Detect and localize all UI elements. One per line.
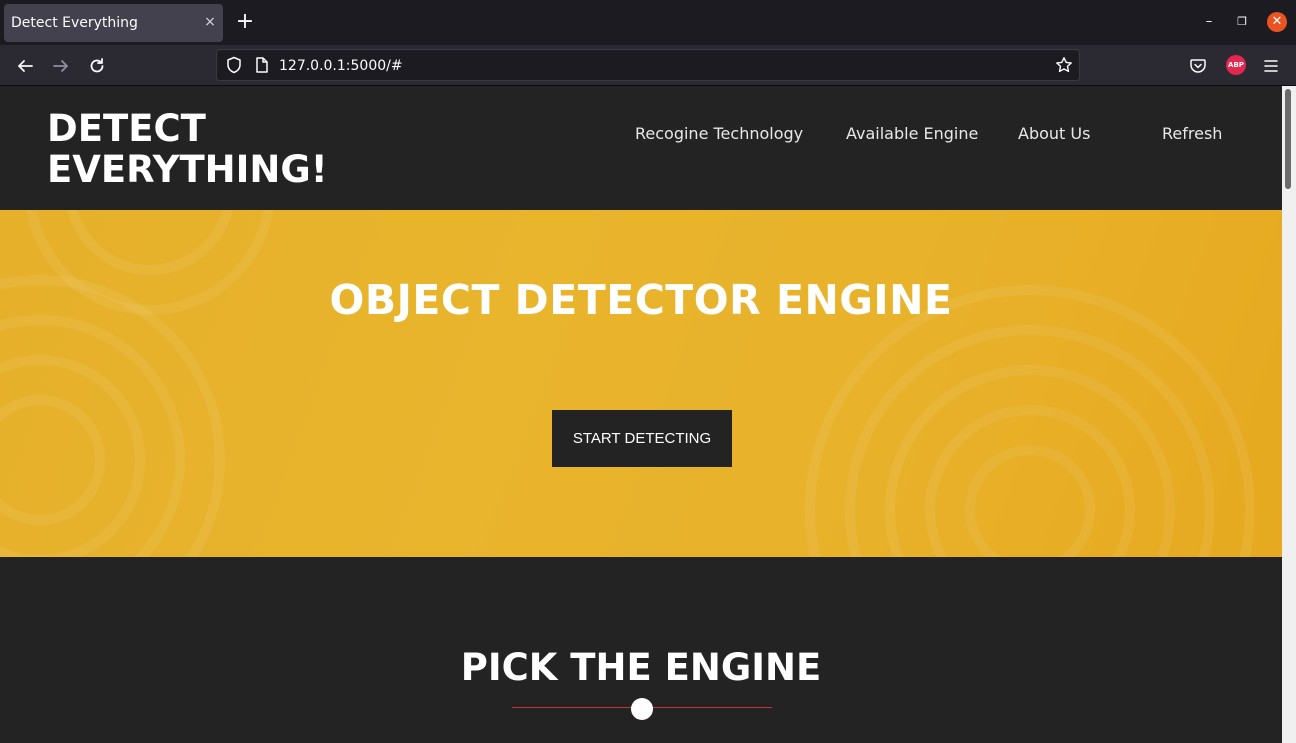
back-arrow-icon[interactable] — [12, 53, 38, 79]
pocket-icon[interactable] — [1185, 53, 1211, 79]
browser-toolbar: 127.0.0.1:5000/# ABP — [0, 45, 1296, 86]
page-scrollbar[interactable] — [1282, 86, 1296, 743]
tab-title: Detect Everything — [11, 15, 138, 31]
hero-background-pattern — [0, 210, 1255, 557]
site-header: DETECT EVERYTHING! Recogine Technology A… — [0, 86, 1282, 210]
window-maximize-button[interactable]: ❐ — [1232, 12, 1252, 32]
section-divider-dot — [631, 698, 653, 720]
shield-icon[interactable] — [221, 52, 247, 78]
new-tab-button[interactable]: + — [232, 9, 258, 35]
window-minimize-button[interactable]: – — [1199, 12, 1219, 32]
site-logo[interactable]: DETECT EVERYTHING! — [47, 108, 347, 190]
start-detecting-button[interactable]: START DETECTING — [552, 410, 732, 467]
window-close-button[interactable]: ✕ — [1267, 12, 1287, 32]
address-bar[interactable]: 127.0.0.1:5000/# — [216, 49, 1080, 81]
pick-engine-section: PICK THE ENGINE — [0, 557, 1282, 743]
adblock-extension-icon[interactable]: ABP — [1226, 55, 1246, 75]
bookmark-star-icon[interactable] — [1051, 52, 1077, 78]
forward-arrow-icon[interactable] — [48, 53, 74, 79]
logo-line-2: EVERYTHING! — [47, 148, 328, 191]
nav-link-refresh[interactable]: Refresh — [1162, 124, 1222, 143]
reload-icon[interactable] — [84, 53, 110, 79]
url-text[interactable]: 127.0.0.1:5000/# — [279, 58, 403, 74]
nav-link-about-us[interactable]: About Us — [1018, 124, 1090, 143]
scrollbar-thumb[interactable] — [1285, 89, 1291, 189]
browser-tab[interactable]: Detect Everything × — [4, 4, 223, 42]
page-viewport: DETECT EVERYTHING! Recogine Technology A… — [0, 86, 1282, 743]
nav-link-available-engine[interactable]: Available Engine — [846, 124, 978, 143]
tab-close-icon[interactable]: × — [202, 14, 218, 30]
page-icon[interactable] — [249, 52, 275, 78]
hero-section: OBJECT DETECTOR ENGINE START DETECTING — [0, 210, 1282, 557]
hero-title: OBJECT DETECTOR ENGINE — [329, 276, 953, 324]
section-title: PICK THE ENGINE — [460, 646, 822, 689]
logo-line-1: DETECT — [47, 107, 206, 150]
tab-bar: Detect Everything × + – ❐ ✕ — [0, 0, 1296, 45]
hamburger-menu-icon[interactable] — [1258, 53, 1284, 79]
nav-link-recogine-technology[interactable]: Recogine Technology — [635, 124, 803, 143]
